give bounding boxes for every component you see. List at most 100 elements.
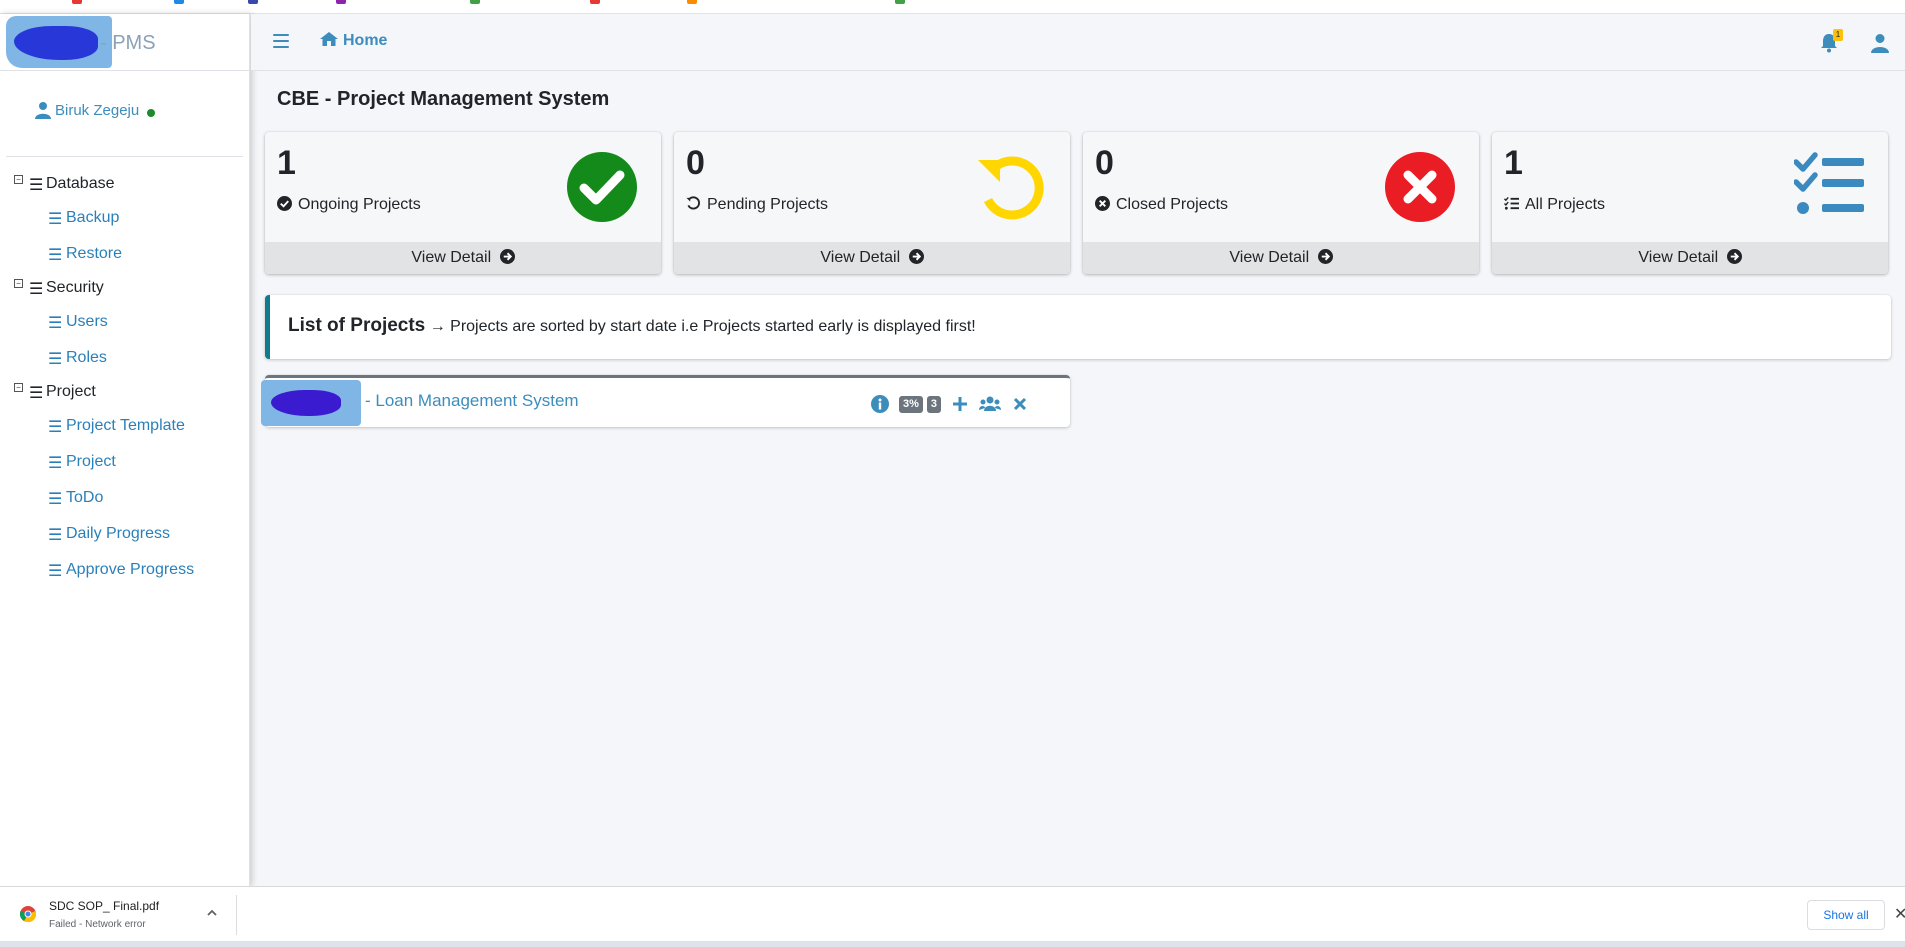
download-file-name[interactable]: SDC SOP_ Final.pdf [49,899,159,913]
stat-count: 0 [1095,144,1114,182]
project-tools: 3% 3 [871,394,1029,414]
arrow-circle-right-icon [908,249,924,264]
nav-header-label: Database [46,175,115,192]
sidebar-item-label: Backup [66,209,120,226]
menu-bars-icon: ☰ [48,491,63,508]
hamburger-menu-icon[interactable] [273,34,289,48]
menu-bars-icon: ☰ [48,211,63,228]
sidebar-item-restore[interactable]: ☰ Restore [0,237,249,273]
nav-header-project[interactable]: − ☰ Project [0,377,249,409]
sidebar-item-label: Project [66,453,116,470]
bookmark-icon[interactable] [470,0,480,4]
bookmark-icon[interactable] [72,0,82,4]
bookmark-icon[interactable] [895,0,905,4]
users-icon[interactable] [979,395,1002,413]
top-navbar: Home 1 [251,14,1905,71]
menu-bars-icon: ☰ [48,419,63,436]
browser-bookmarks-strip [0,0,1905,14]
stat-box-all: 1 All Projects View Detail [1492,132,1888,274]
sidebar-item-label: Users [66,313,108,330]
sidebar-item-todo[interactable]: ☰ ToDo [0,481,249,517]
close-icon[interactable] [1011,395,1029,413]
bookmark-icon[interactable] [248,0,258,4]
view-detail-closed-link[interactable]: View Detail [1083,242,1479,274]
show-all-button[interactable]: Show all [1807,900,1885,930]
home-icon [320,32,338,46]
nav-group-security: − ☰ Security ☰ Users ☰ Roles [0,273,249,377]
collapse-toggle-icon[interactable]: − [14,175,23,184]
download-status: Failed - Network error [49,919,146,930]
collapse-toggle-icon[interactable]: − [14,383,23,392]
nav-group-project: − ☰ Project ☰ Project Template ☰ Project ☰… [0,377,249,589]
user-icon [35,102,51,119]
sidebar-item-project[interactable]: ☰ Project [0,445,249,481]
sidebar-item-backup[interactable]: ☰ Backup [0,201,249,237]
sidebar-item-label: Roles [66,349,107,366]
times-circle-icon [1095,196,1110,211]
bookmark-icon[interactable] [687,0,697,4]
callout-title: List of Projects [288,315,426,336]
undo-icon [978,156,1044,220]
view-detail-ongoing-link[interactable]: View Detail [265,242,661,274]
user-menu-icon[interactable] [1871,33,1889,53]
menu-bars-icon: ☰ [48,351,63,368]
progress-badge: 3% [899,395,923,413]
close-icon[interactable]: ✕ [1894,904,1905,924]
sidebar-item-label: Restore [66,245,123,262]
brand-text: - PMS [100,32,156,54]
info-icon[interactable] [871,395,889,413]
bookmark-icon[interactable] [590,0,600,4]
bookmark-icon[interactable] [336,0,346,4]
view-detail-pending-link[interactable]: View Detail [674,242,1070,274]
user-name-link[interactable]: Biruk Zegeju [55,102,139,119]
stat-count: 1 [277,144,296,182]
arrow-circle-right-icon [499,249,515,264]
sidebar-item-label: ToDo [66,489,104,506]
stat-box-ongoing: 1 Ongoing Projects View Detail [265,132,661,274]
sidebar-item-label: Project Template [66,417,185,434]
project-name-link[interactable]: - Loan Management System [365,391,579,411]
check-circle-icon [567,152,637,222]
view-detail-all-link[interactable]: View Detail [1492,242,1888,274]
check-circle-icon [277,196,292,211]
home-link[interactable]: Home [320,32,387,50]
stat-box-closed: 0 Closed Projects View Detail [1083,132,1479,274]
tasks-icon [1504,196,1519,210]
menu-bars-icon: ☰ [48,315,63,332]
user-panel: Biruk Zegeju [6,71,243,157]
stat-box-pending: 0 Pending Projects View Detail [674,132,1070,274]
stat-count: 1 [1504,144,1523,182]
project-card: - Loan Management System 3% 3 [261,375,1070,427]
nav-group-database: − ☰ Database ☰ Backup ☰ Restore [0,169,249,273]
sidebar-item-project-template[interactable]: ☰ Project Template [0,409,249,445]
menu-bars-icon: ☰ [48,455,63,472]
collapse-toggle-icon[interactable]: − [14,279,23,288]
plus-icon[interactable] [951,395,969,413]
stat-label: Ongoing Projects [277,196,421,214]
download-bar: SDC SOP_ Final.pdf Failed - Network erro… [0,886,1905,941]
nav-header-label: Security [46,279,104,296]
divider [236,895,237,935]
sidebar-item-approve-progress[interactable]: ☰ Approve Progress [0,553,249,589]
arrow-circle-right-icon [1726,249,1742,264]
menu-bars-icon: ☰ [29,281,44,298]
sidebar-item-roles[interactable]: ☰ Roles [0,341,249,377]
menu-bars-icon: ☰ [48,563,63,580]
nav-header-security[interactable]: − ☰ Security [0,273,249,305]
stat-label: Closed Projects [1095,196,1228,214]
page-title: CBE - Project Management System [277,88,610,110]
nav-header-database[interactable]: − ☰ Database [0,169,249,201]
main-content: CBE - Project Management System 1 Ongoin… [251,72,1905,886]
chevron-up-icon[interactable] [205,907,219,919]
bookmark-icon[interactable] [174,0,184,4]
brand[interactable]: - PMS [0,14,249,71]
project-logo-redacted [261,380,361,426]
sidebar-item-label: Daily Progress [66,525,171,542]
tasks-icon [1794,152,1864,214]
online-status-dot [147,109,155,117]
sidebar: - PMS Biruk Zegeju − ☰ Database ☰ Backup … [0,14,250,886]
sidebar-item-users[interactable]: ☰ Users [0,305,249,341]
menu-bars-icon: ☰ [48,527,63,544]
sidebar-item-daily-progress[interactable]: ☰ Daily Progress [0,517,249,553]
taskbar-edge [0,941,1905,947]
